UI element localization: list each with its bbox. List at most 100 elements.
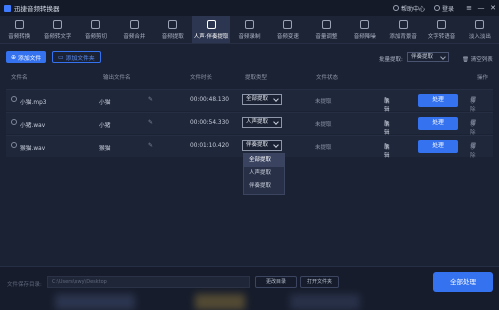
table-row: 小猪.wav 小猪 ✎ 00:00:54.330 人声提取 未提取 ✎ 编辑 处… — [6, 112, 493, 136]
title-bar: 迅捷音频转换器 帮助中心 登录 ≡ — ✕ — [0, 0, 499, 16]
output-name: 小猪 — [99, 123, 111, 129]
col-type: 提取类型 — [245, 75, 268, 81]
feature-toolbar: 音频转换 音频转文字 音频剪切 音频合并 音频提取 人声·伴奏提取 音频录制 音… — [0, 16, 499, 44]
menu-icon[interactable]: ≡ — [463, 4, 475, 12]
action-bar: ⊕ 添加文件 ▭ 添加文件夹 批量提取: 伴奏提取 🗑 清空列表 — [0, 48, 499, 66]
login-button[interactable]: 登录 — [433, 4, 454, 13]
process-all-button[interactable]: 全部处理 — [433, 272, 493, 292]
remove-label: 移除 — [470, 99, 476, 113]
tool-fade[interactable]: 淡入淡出 — [461, 16, 499, 43]
tool-audio-record[interactable]: 音频录制 — [230, 16, 268, 43]
edit-label: 编辑 — [384, 145, 390, 159]
help-center-button[interactable]: 帮助中心 — [392, 4, 425, 13]
file-name: 小猪.wav — [20, 123, 46, 129]
save-dir-label: 文件保存目录: — [7, 282, 42, 288]
trash-icon: 🗑 — [462, 57, 469, 63]
dropdown-option[interactable]: 伴奏提取 — [244, 180, 284, 193]
change-dir-button[interactable]: 更改目录 — [255, 276, 297, 288]
status-text: 未提取 — [315, 145, 332, 151]
clear-list-button[interactable]: 🗑 清空列表 — [462, 55, 493, 63]
tool-audio-extract[interactable]: 音频提取 — [154, 16, 192, 43]
tool-label: 文字转语音 — [427, 33, 456, 40]
speed-icon — [283, 19, 293, 29]
extract-icon — [168, 19, 178, 29]
plus-icon: ⊕ — [11, 53, 17, 61]
scissors-icon — [91, 19, 101, 29]
tool-label: 音频降噪 — [353, 33, 376, 40]
process-button[interactable]: 处理 — [418, 140, 458, 153]
open-folder-button[interactable]: 打开文件夹 — [300, 276, 339, 288]
tool-label: 人声·伴奏提取 — [193, 33, 229, 40]
file-name: 小猫.mp3 — [20, 100, 47, 106]
col-ops: 操作 — [477, 75, 489, 81]
extract-type-select[interactable]: 人声提取 — [242, 117, 282, 128]
tool-audio-cut[interactable]: 音频剪切 — [77, 16, 115, 43]
extract-type-select[interactable]: 全部提取 — [242, 94, 282, 105]
tool-text-to-speech[interactable]: 文字转语音 — [422, 16, 460, 43]
bulk-extract-select[interactable]: 伴奏提取 — [407, 52, 449, 62]
process-button[interactable]: 处理 — [418, 117, 458, 130]
output-name: 小猫 — [99, 100, 111, 106]
duration: 00:00:54.330 — [190, 120, 229, 126]
tool-vocal-extract[interactable]: 人声·伴奏提取 — [191, 16, 231, 43]
blurred-decoration — [290, 294, 360, 310]
app-logo-icon — [4, 4, 11, 12]
help-icon — [392, 5, 399, 11]
minimize-icon[interactable]: — — [475, 4, 487, 12]
tool-volume-adjust[interactable]: 音量调整 — [307, 16, 345, 43]
edit-label: 编辑 — [384, 122, 390, 136]
rename-pen-icon[interactable]: ✎ — [148, 142, 153, 149]
bulk-extract-label: 批量提取: — [379, 57, 403, 63]
dropdown-option[interactable]: 人声提取 — [244, 167, 284, 180]
clear-list-label: 清空列表 — [470, 57, 493, 63]
extract-type-select[interactable]: 伴奏提取 — [242, 140, 282, 151]
close-icon[interactable]: ✕ — [487, 4, 499, 12]
tool-audio-to-text[interactable]: 音频转文字 — [38, 16, 76, 43]
col-duration: 文件时长 — [190, 75, 213, 81]
tool-label: 音频转文字 — [43, 33, 72, 40]
convert-icon — [14, 19, 24, 29]
duration: 00:01:10.420 — [190, 143, 229, 149]
tool-label: 音量调整 — [315, 33, 338, 40]
tool-label: 添加背景音 — [389, 33, 417, 40]
play-icon[interactable] — [11, 142, 17, 148]
app-title: 迅捷音频转换器 — [14, 5, 60, 13]
user-icon — [433, 5, 440, 11]
help-label: 帮助中心 — [400, 5, 425, 13]
rename-pen-icon[interactable]: ✎ — [148, 96, 153, 103]
tool-audio-speed[interactable]: 音频变速 — [269, 16, 307, 43]
add-folder-button[interactable]: ▭ 添加文件夹 — [52, 51, 101, 63]
volume-icon — [321, 19, 331, 29]
play-icon[interactable] — [11, 119, 17, 125]
status-text: 未提取 — [315, 122, 332, 128]
tool-label: 音频转换 — [8, 33, 31, 40]
tool-label: 音频剪切 — [84, 33, 107, 40]
vocal-icon — [206, 19, 216, 29]
play-icon[interactable] — [11, 96, 17, 102]
rename-pen-icon[interactable]: ✎ — [148, 119, 153, 126]
tool-add-bgm[interactable]: 添加背景音 — [384, 16, 422, 43]
save-path-input[interactable]: C:\Users\xwy\Desktop — [47, 276, 250, 288]
folder-icon: ▭ — [58, 53, 64, 61]
tool-audio-convert[interactable]: 音频转换 — [0, 16, 38, 43]
process-button[interactable]: 处理 — [418, 94, 458, 107]
table-row: 小猫.mp3 小猫 ✎ 00:00:48.130 全部提取 未提取 ✎ 编辑 处… — [6, 89, 493, 113]
merge-icon — [129, 19, 139, 29]
fade-icon — [475, 19, 485, 29]
dropdown-option[interactable]: 全部提取 — [244, 154, 284, 167]
table-header: 文件名 输出文件名 文件时长 提取类型 文件状态 操作 — [0, 70, 499, 82]
status-text: 未提取 — [315, 99, 332, 105]
file-name: 猴猫.wav — [20, 146, 46, 152]
tool-denoise[interactable]: 音频降噪 — [346, 16, 384, 43]
remove-label: 移除 — [470, 122, 476, 136]
mic-icon — [245, 19, 255, 29]
login-label: 登录 — [441, 5, 454, 13]
tool-audio-merge[interactable]: 音频合并 — [115, 16, 153, 43]
tool-label: 音频变速 — [276, 33, 299, 40]
add-file-button[interactable]: ⊕ 添加文件 — [6, 51, 47, 63]
add-file-label: 添加文件 — [18, 55, 42, 62]
tool-label: 音频录制 — [238, 33, 261, 40]
add-folder-label: 添加文件夹 — [65, 55, 95, 62]
output-name: 猴猫 — [99, 146, 111, 152]
col-status: 文件状态 — [316, 75, 339, 81]
